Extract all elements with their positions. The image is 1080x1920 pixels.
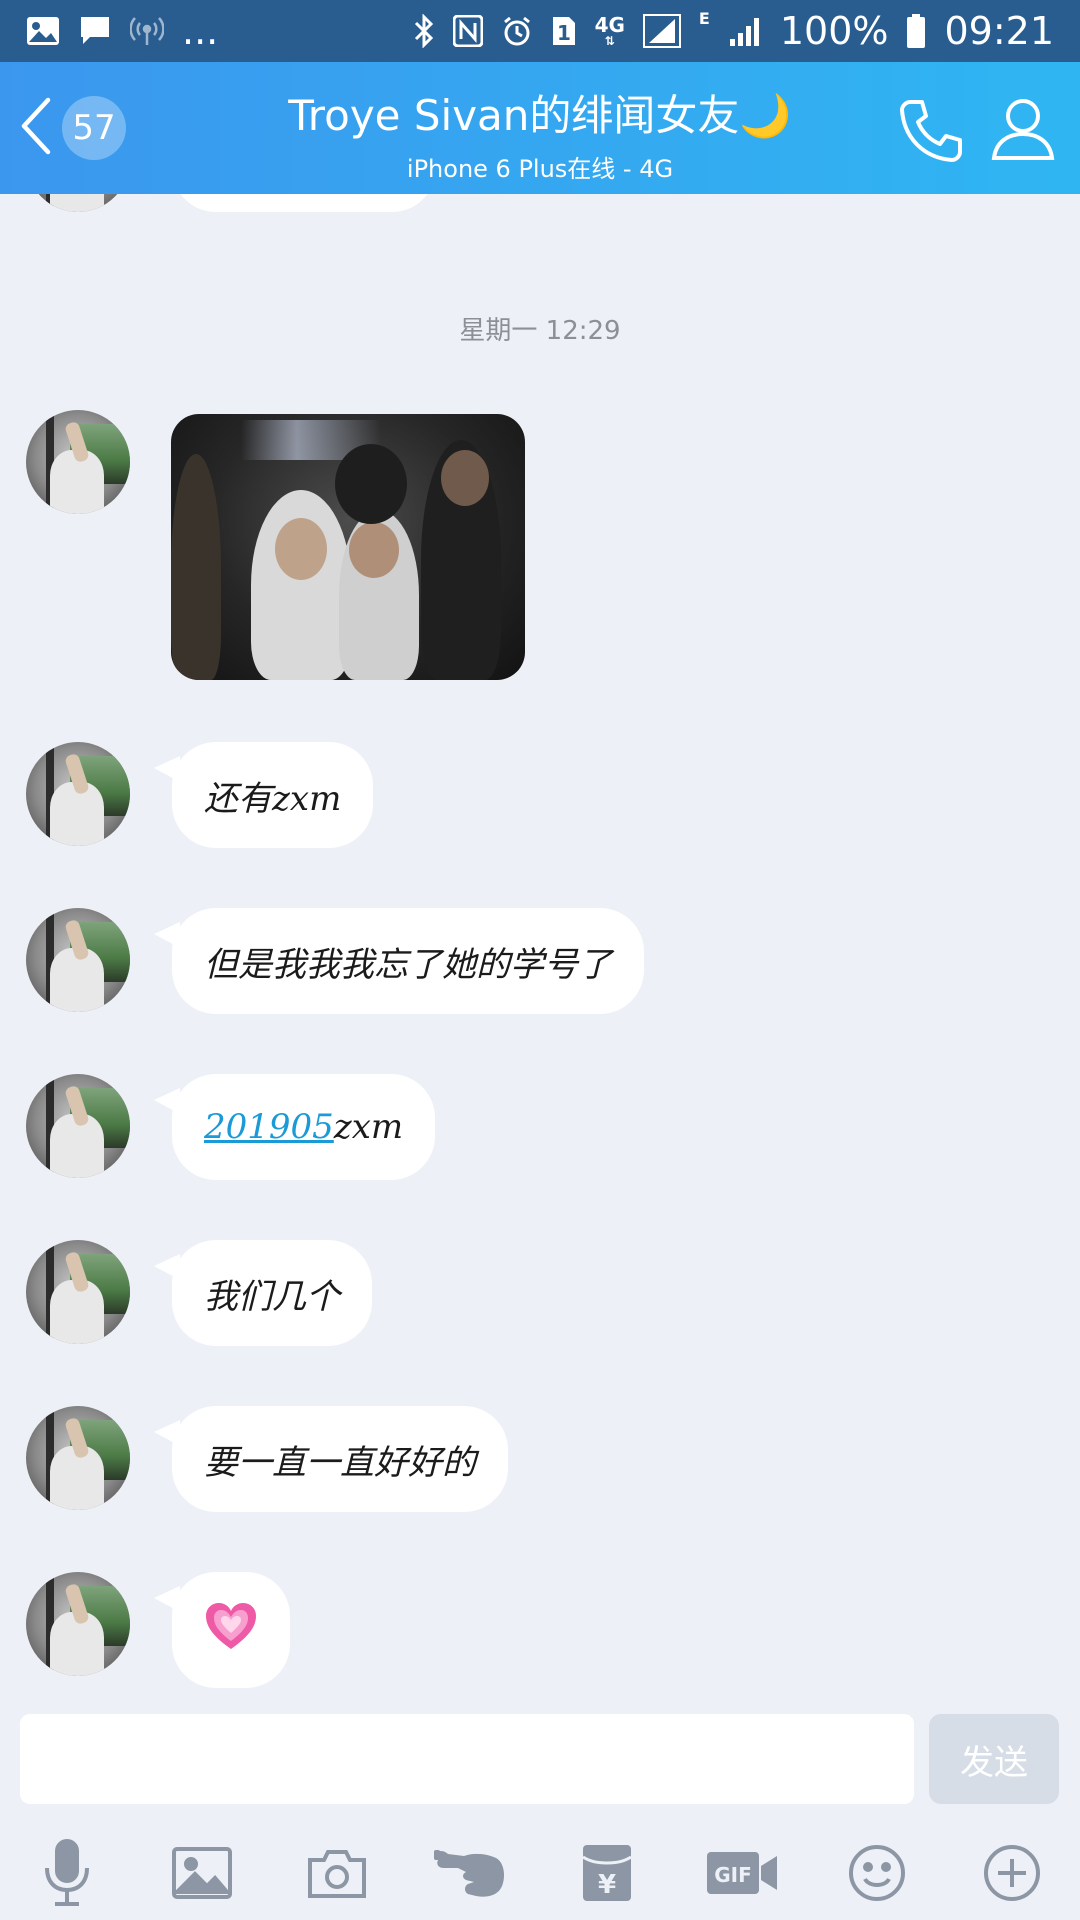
status-bar-left: ... [26,9,218,53]
avatar[interactable] [26,1074,130,1178]
avatar[interactable] [26,1240,130,1344]
unread-count-badge: 57 [62,96,126,160]
person-icon [988,99,1058,168]
gif-icon: GIF [705,1848,779,1902]
message-bubble[interactable] [154,1572,290,1688]
back-arrow-icon [18,96,54,160]
sim-1-icon: 1 [551,11,577,51]
more-button[interactable] [967,1838,1057,1912]
more-notifications: ... [182,9,219,53]
message-bubble[interactable]: 201905 zxm [153,1074,436,1180]
clock: 09:21 [944,9,1054,53]
battery-icon [906,11,926,51]
signal-2-icon [728,11,762,51]
poke-button[interactable] [427,1838,517,1912]
chat-title: Troye Sivan的绯闻女友🌙 [288,91,792,140]
avatar[interactable] [26,1406,130,1510]
chat-header: 57 Troye Sivan的绯闻女友🌙 iPhone 6 Plus在线 - 4… [0,62,1080,194]
hotspot-icon [130,11,164,51]
camera-icon [306,1846,368,1904]
network-type-e: E [698,9,710,28]
message-input[interactable] [20,1714,914,1804]
signal-1-icon [642,11,681,51]
network-type-4g: 4G ⇅ [594,13,625,48]
message-notification-icon [78,11,112,51]
message-text: 但是我我我忘了她的学号了 [204,944,612,985]
emoji-icon [847,1843,907,1907]
image-icon [171,1846,233,1904]
gif-button[interactable]: GIF [697,1838,787,1912]
input-toolbar: ¥ GIF [0,1830,1080,1920]
message-text: zxm [333,1107,404,1147]
microphone-icon [37,1838,97,1912]
message-bubble[interactable]: 还有zxm [153,742,374,848]
avatar[interactable] [26,194,130,212]
previous-message-bubble[interactable] [172,194,436,212]
avatar[interactable] [26,410,130,514]
plus-icon [982,1843,1042,1907]
status-bar-right: 1 4G ⇅ E 100% 09:21 [413,9,1054,53]
battery-percent: 100% [779,9,889,53]
message-bubble[interactable]: 要一直一直好好的 [154,1406,508,1512]
message-text: 我们几个 [204,1276,340,1317]
emoji-button[interactable] [832,1838,922,1912]
avatar[interactable] [26,908,130,1012]
back-button[interactable]: 57 [18,88,126,168]
voice-call-button[interactable] [896,96,966,166]
composer: 发送 ¥ GIF [0,1714,1080,1920]
alarm-icon [501,11,533,51]
image-message[interactable] [171,414,525,680]
phone-icon [896,100,966,170]
red-packet-icon: ¥ [581,1843,633,1907]
status-bar: ... 1 4G ⇅ E 100% 09:21 [0,0,1080,62]
avatar[interactable] [26,1572,130,1676]
svg-text:GIF: GIF [714,1863,752,1887]
svg-text:1: 1 [557,21,571,45]
gallery-notification-icon [26,11,60,51]
message-text: 还有zxm [204,778,342,819]
message-bubble[interactable]: 但是我我我忘了她的学号了 [154,908,644,1014]
red-packet-button[interactable]: ¥ [562,1838,652,1912]
bluetooth-icon [413,11,435,51]
profile-button[interactable] [988,94,1058,164]
online-status: iPhone 6 Plus在线 - 4G [406,155,674,183]
message-bubble[interactable]: 我们几个 [154,1240,372,1346]
chat-title-block[interactable]: Troye Sivan的绯闻女友🌙 iPhone 6 Plus在线 - 4G [200,82,880,184]
message-timestamp: 星期一 12:29 [459,316,621,346]
photo-album-button[interactable] [157,1838,247,1912]
avatar[interactable] [26,742,130,846]
nfc-icon [452,11,483,51]
poke-icon [434,1846,510,1904]
send-button[interactable]: 发送 [929,1714,1059,1804]
message-text: 要一直一直好好的 [204,1442,476,1483]
voice-button[interactable] [22,1838,112,1912]
camera-button[interactable] [292,1838,382,1912]
chat-area[interactable]: 星期一 12:29 还有zxm 但是我我我忘了她的学号了 201905zxm [0,194,1080,1714]
heart-emoji [204,1601,258,1660]
number-link[interactable]: 201905 [204,1107,334,1147]
svg-text:¥: ¥ [598,1870,616,1900]
